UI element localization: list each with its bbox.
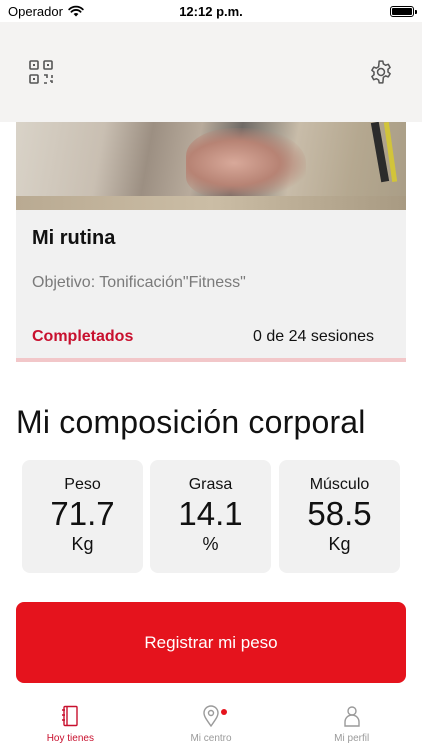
notification-dot bbox=[221, 709, 227, 715]
tab-bar: Hoy tienes Mi centro Mi perfil bbox=[0, 697, 422, 750]
register-weight-button[interactable]: Registrar mi peso bbox=[16, 602, 406, 683]
metric-unit: Kg bbox=[328, 534, 351, 554]
composition-title: Mi composición corporal bbox=[16, 404, 366, 440]
carrier-label: Operador bbox=[8, 3, 63, 19]
settings-button[interactable] bbox=[367, 58, 395, 86]
tab-label: Mi centro bbox=[190, 733, 232, 744]
metric-value: 14.1 bbox=[178, 495, 243, 532]
metric-value: 58.5 bbox=[307, 495, 372, 532]
metric-card-muscle: Músculo 58.5 Kg bbox=[279, 460, 400, 573]
person-icon bbox=[343, 706, 360, 727]
metric-card-weight: Peso 71.7 Kg bbox=[22, 460, 143, 573]
sessions-progress-bar bbox=[16, 358, 406, 362]
routine-goal: Objetivo: Tonificación"Fitness" bbox=[32, 274, 246, 291]
tab-mi-centro[interactable]: Mi centro bbox=[141, 697, 282, 750]
location-pin-icon bbox=[203, 705, 219, 727]
notebook-icon bbox=[62, 705, 79, 727]
tab-label: Hoy tienes bbox=[46, 733, 94, 744]
gear-icon bbox=[371, 60, 391, 84]
metric-unit: % bbox=[202, 534, 219, 554]
metric-unit: Kg bbox=[71, 534, 94, 554]
routine-photo bbox=[16, 122, 406, 210]
metric-card-fat: Grasa 14.1 % bbox=[150, 460, 271, 573]
tab-label: Mi perfil bbox=[334, 733, 370, 744]
metric-label: Peso bbox=[64, 476, 101, 493]
qr-code-icon bbox=[29, 60, 53, 84]
top-navigation bbox=[0, 22, 422, 122]
completed-label: Completados bbox=[32, 328, 134, 345]
metric-label: Músculo bbox=[309, 476, 370, 493]
routine-title: Mi rutina bbox=[32, 227, 116, 249]
metric-value: 71.7 bbox=[50, 495, 115, 532]
qr-code-button[interactable] bbox=[27, 58, 55, 86]
wifi-icon bbox=[68, 5, 84, 17]
routine-card[interactable]: Mi rutina Objetivo: Tonificación"Fitness… bbox=[16, 122, 406, 362]
tab-mi-perfil[interactable]: Mi perfil bbox=[281, 697, 422, 750]
status-left: Operador bbox=[8, 4, 84, 19]
status-bar: Operador 12:12 p.m. bbox=[0, 0, 422, 22]
metric-label: Grasa bbox=[188, 476, 233, 493]
battery-icon bbox=[390, 5, 417, 17]
sessions-count: 0 de 24 sesiones bbox=[253, 328, 374, 345]
tab-hoy-tienes[interactable]: Hoy tienes bbox=[0, 697, 141, 750]
status-right bbox=[390, 5, 417, 17]
